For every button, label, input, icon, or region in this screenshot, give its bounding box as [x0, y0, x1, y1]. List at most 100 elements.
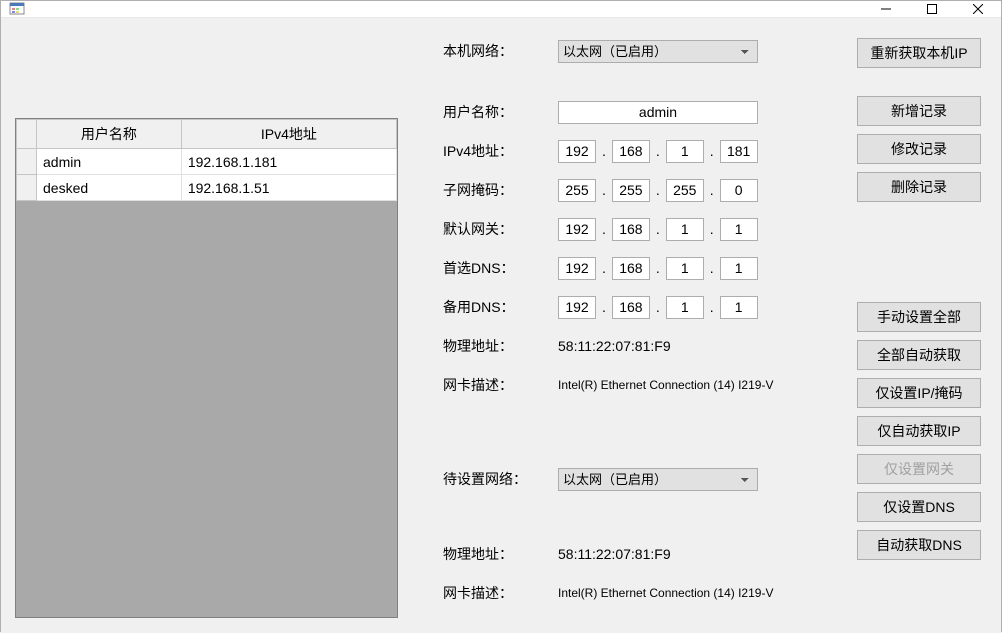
row-selector[interactable] — [17, 175, 37, 201]
ipv4-octet-2[interactable] — [612, 140, 650, 163]
dns2-octet-1[interactable] — [558, 296, 596, 319]
ip-separator: . — [598, 299, 610, 315]
set-gateway-only-button: 仅设置网关 — [857, 454, 981, 484]
label-target-network: 待设置网络： — [443, 469, 558, 489]
row-nic-desc: 网卡描述： Intel(R) Ethernet Connection (14) … — [443, 372, 842, 398]
dns2-octet-3[interactable] — [666, 296, 704, 319]
ip-separator: . — [652, 143, 664, 159]
cell-username[interactable]: desked — [37, 175, 182, 201]
ip-separator: . — [706, 182, 718, 198]
maximize-button[interactable] — [909, 1, 955, 17]
refresh-ip-button[interactable]: 重新获取本机IP — [857, 38, 981, 68]
set-all-auto-button[interactable]: 全部自动获取 — [857, 340, 981, 370]
row-ipv4: IPv4地址： . . . — [443, 138, 842, 164]
dns2-octet-2[interactable] — [612, 296, 650, 319]
auto-get-ip-only-button[interactable]: 仅自动获取IP — [857, 416, 981, 446]
ip-separator: . — [598, 143, 610, 159]
gateway-octet-4[interactable] — [720, 218, 758, 241]
titlebar — [1, 1, 1001, 18]
row-nic-desc2: 网卡描述： Intel(R) Ethernet Connection (14) … — [443, 580, 842, 606]
gateway-input-group: . . . — [558, 218, 758, 241]
row-username: 用户名称： — [443, 99, 842, 125]
nic-desc2-value: Intel(R) Ethernet Connection (14) I219-V — [558, 586, 773, 600]
subnet-octet-3[interactable] — [666, 179, 704, 202]
label-ipv4: IPv4地址： — [443, 141, 558, 161]
column-header-username[interactable]: 用户名称 — [37, 120, 182, 149]
ip-separator: . — [706, 260, 718, 276]
subnet-octet-2[interactable] — [612, 179, 650, 202]
row-target-network: 待设置网络： 以太网（已启用） — [443, 466, 842, 492]
main-window: 用户名称 IPv4地址 admin 192.168.1.181 desked — [0, 0, 1002, 632]
titlebar-controls — [863, 1, 1001, 17]
row-dns2: 备用DNS： . . . — [443, 294, 842, 320]
dns1-octet-4[interactable] — [720, 257, 758, 280]
label-nic-desc2: 网卡描述： — [443, 583, 558, 603]
row-local-network: 本机网络： 以太网（已启用） — [443, 38, 842, 64]
ip-separator: . — [598, 182, 610, 198]
gateway-octet-2[interactable] — [612, 218, 650, 241]
ip-separator: . — [706, 299, 718, 315]
delete-record-button[interactable]: 删除记录 — [857, 172, 981, 202]
target-network-select[interactable]: 以太网（已启用） — [558, 468, 758, 491]
middle-panel: 本机网络： 以太网（已启用） 用户名称： IPv4地址： . . . — [398, 38, 852, 619]
auto-get-dns-button[interactable]: 自动获取DNS — [857, 530, 981, 560]
modify-record-button[interactable]: 修改记录 — [857, 134, 981, 164]
minimize-button[interactable] — [863, 1, 909, 17]
subnet-input-group: . . . — [558, 179, 758, 202]
set-ip-mask-only-button[interactable]: 仅设置IP/掩码 — [857, 378, 981, 408]
row-dns1: 首选DNS： . . . — [443, 255, 842, 281]
left-panel: 用户名称 IPv4地址 admin 192.168.1.181 desked — [15, 118, 398, 619]
gateway-octet-3[interactable] — [666, 218, 704, 241]
dns1-octet-2[interactable] — [612, 257, 650, 280]
ip-separator: . — [652, 299, 664, 315]
dns2-octet-4[interactable] — [720, 296, 758, 319]
row-header-corner — [17, 120, 37, 149]
set-all-manual-button[interactable]: 手动设置全部 — [857, 302, 981, 332]
ipv4-octet-1[interactable] — [558, 140, 596, 163]
datagrid-empty-area — [16, 201, 397, 618]
ip-separator: . — [706, 221, 718, 237]
dns1-octet-1[interactable] — [558, 257, 596, 280]
cell-ip[interactable]: 192.168.1.51 — [181, 175, 396, 201]
table-row[interactable]: admin 192.168.1.181 — [17, 149, 397, 175]
subnet-octet-1[interactable] — [558, 179, 596, 202]
ipv4-octet-3[interactable] — [666, 140, 704, 163]
right-panel: 重新获取本机IP 新增记录 修改记录 删除记录 手动设置全部 全部自动获取 仅设… — [852, 38, 987, 619]
table-row[interactable]: desked 192.168.1.51 — [17, 175, 397, 201]
ip-separator: . — [598, 260, 610, 276]
ip-separator: . — [652, 221, 664, 237]
gateway-octet-1[interactable] — [558, 218, 596, 241]
add-record-button[interactable]: 新增记录 — [857, 96, 981, 126]
cell-ip[interactable]: 192.168.1.181 — [181, 149, 396, 175]
label-gateway: 默认网关： — [443, 219, 558, 239]
dns2-input-group: . . . — [558, 296, 758, 319]
close-button[interactable] — [955, 1, 1001, 17]
row-selector[interactable] — [17, 149, 37, 175]
ip-separator: . — [598, 221, 610, 237]
label-mac: 物理地址： — [443, 336, 558, 356]
records-datagrid[interactable]: 用户名称 IPv4地址 admin 192.168.1.181 desked — [15, 118, 398, 618]
column-header-ip[interactable]: IPv4地址 — [181, 120, 396, 149]
label-dns1: 首选DNS： — [443, 258, 558, 278]
content-area: 用户名称 IPv4地址 admin 192.168.1.181 desked — [1, 18, 1001, 633]
label-mac2: 物理地址： — [443, 544, 558, 564]
dns1-octet-3[interactable] — [666, 257, 704, 280]
local-network-select[interactable]: 以太网（已启用） — [558, 40, 758, 63]
ip-separator: . — [652, 182, 664, 198]
ipv4-octet-4[interactable] — [720, 140, 758, 163]
set-dns-only-button[interactable]: 仅设置DNS — [857, 492, 981, 522]
row-gateway: 默认网关： . . . — [443, 216, 842, 242]
label-username: 用户名称： — [443, 102, 558, 122]
app-icon — [9, 1, 25, 17]
mac-value: 58:11:22:07:81:F9 — [558, 338, 671, 354]
row-mac: 物理地址： 58:11:22:07:81:F9 — [443, 333, 842, 359]
label-nic-desc: 网卡描述： — [443, 375, 558, 395]
nic-desc-value: Intel(R) Ethernet Connection (14) I219-V — [558, 378, 773, 392]
label-dns2: 备用DNS： — [443, 297, 558, 317]
records-table: 用户名称 IPv4地址 admin 192.168.1.181 desked — [16, 119, 397, 201]
label-local-network: 本机网络： — [443, 41, 558, 61]
cell-username[interactable]: admin — [37, 149, 182, 175]
label-subnet: 子网掩码： — [443, 180, 558, 200]
subnet-octet-4[interactable] — [720, 179, 758, 202]
username-input[interactable] — [558, 101, 758, 124]
